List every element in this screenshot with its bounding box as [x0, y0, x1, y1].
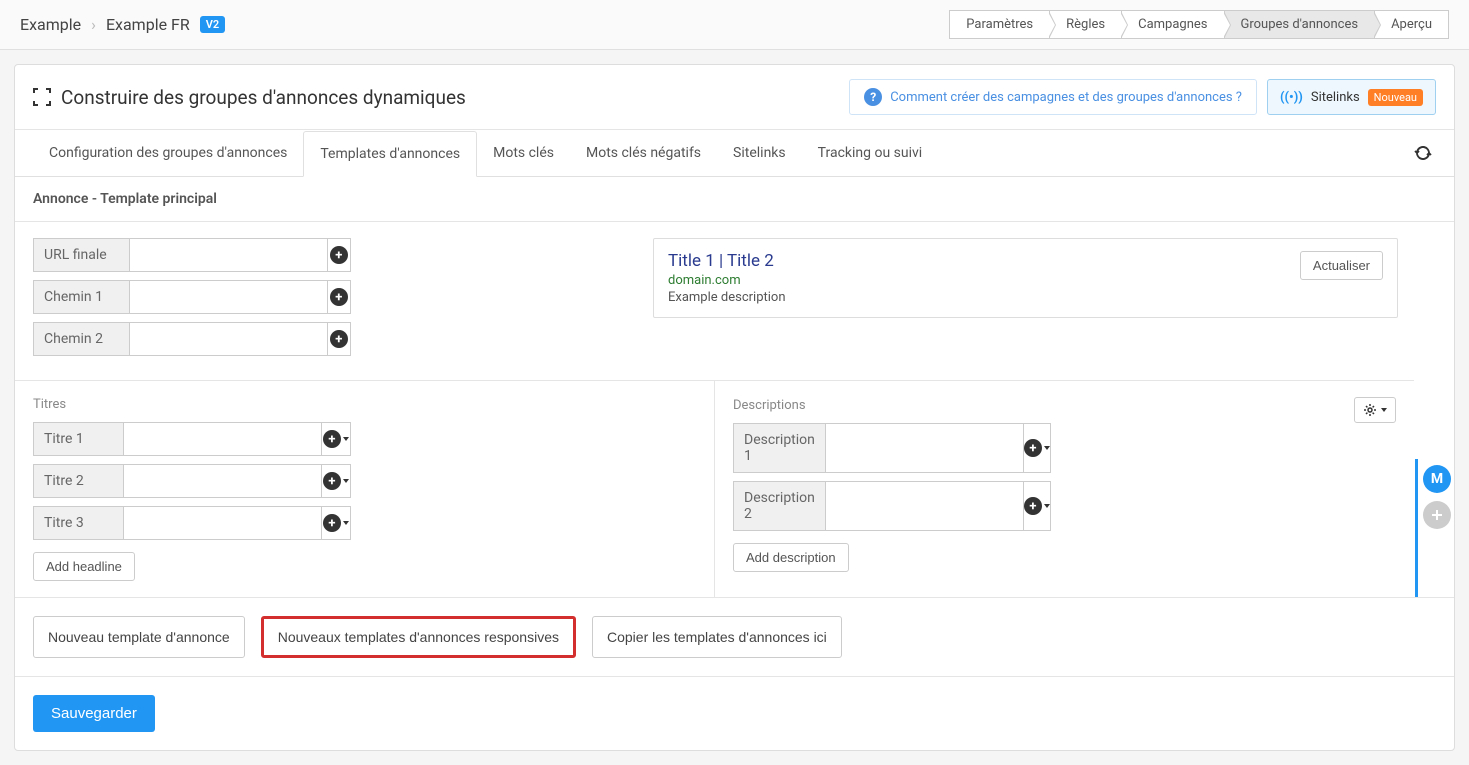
help-icon: ? [864, 88, 882, 106]
input-description2[interactable] [825, 481, 1023, 531]
preview-description: Example description [668, 290, 786, 305]
gear-icon [1363, 403, 1377, 417]
descriptions-settings-button[interactable] [1354, 397, 1396, 423]
preview-domain: domain.com [668, 273, 786, 288]
addon-url-finale[interactable]: + [327, 238, 351, 272]
label-titre3: Titre 3 [33, 506, 123, 540]
label-titre1: Titre 1 [33, 422, 123, 456]
label-chemin1: Chemin 1 [33, 280, 129, 314]
caret-down-icon [343, 479, 349, 483]
caret-down-icon [343, 437, 349, 441]
tab-mots-negatifs[interactable]: Mots clés négatifs [570, 131, 717, 175]
help-link[interactable]: ? Comment créer des campagnes et des gro… [849, 79, 1257, 115]
tab-templates[interactable]: Templates d'annonces [303, 131, 477, 177]
tab-bar: Configuration des groupes d'annonces Tem… [15, 130, 1454, 177]
step-navigation: Paramètres Règles Campagnes Groupes d'an… [949, 10, 1449, 39]
preview-title: Title 1 | Title 2 [668, 251, 786, 271]
plus-circle-icon: + [330, 288, 348, 306]
breadcrumb-item-1[interactable]: Example [20, 15, 81, 34]
input-titre1[interactable] [123, 422, 321, 456]
addon-chemin2[interactable]: + [327, 322, 351, 356]
reload-icon[interactable] [1410, 130, 1436, 176]
input-chemin1[interactable] [129, 280, 327, 314]
label-titre2: Titre 2 [33, 464, 123, 498]
descriptions-section-title: Descriptions [733, 398, 806, 413]
breadcrumb-separator: › [91, 15, 96, 34]
rail-add-button[interactable] [1423, 501, 1451, 529]
ad-preview: Title 1 | Title 2 domain.com Example des… [653, 238, 1398, 318]
plus-circle-icon: + [323, 514, 341, 532]
add-headline-button[interactable]: Add headline [33, 552, 135, 581]
breadcrumb-item-2[interactable]: Example FR [106, 15, 190, 34]
input-url-finale[interactable] [129, 238, 327, 272]
step-parametres[interactable]: Paramètres [949, 10, 1050, 39]
label-description2: Description 2 [733, 481, 825, 531]
addon-titre2[interactable]: + [321, 464, 351, 498]
addon-description2[interactable]: + [1023, 481, 1051, 531]
broadcast-icon: ((•)) [1280, 90, 1303, 105]
new-responsive-templates-button[interactable]: Nouveaux templates d'annonces responsive… [261, 616, 576, 658]
page-title-text: Construire des groupes d'annonces dynami… [61, 86, 466, 109]
input-titre3[interactable] [123, 506, 321, 540]
step-groupes[interactable]: Groupes d'annonces [1224, 10, 1376, 39]
sitelinks-button[interactable]: ((•)) Sitelinks Nouveau [1267, 79, 1436, 115]
rail-template-m[interactable]: M [1423, 465, 1451, 493]
input-description1[interactable] [825, 423, 1023, 473]
input-titre2[interactable] [123, 464, 321, 498]
tab-configuration[interactable]: Configuration des groupes d'annonces [33, 131, 303, 175]
step-regles[interactable]: Règles [1049, 10, 1122, 39]
plus-circle-icon: + [323, 472, 341, 490]
addon-chemin1[interactable]: + [327, 280, 351, 314]
addon-titre3[interactable]: + [321, 506, 351, 540]
new-badge: Nouveau [1368, 89, 1423, 106]
addon-description1[interactable]: + [1023, 423, 1051, 473]
sitelinks-label: Sitelinks [1311, 90, 1360, 105]
caret-down-icon [1381, 408, 1387, 412]
save-button[interactable]: Sauvegarder [33, 695, 155, 732]
step-apercu[interactable]: Aperçu [1374, 10, 1449, 39]
version-badge: V2 [200, 16, 225, 33]
caret-down-icon [1044, 446, 1050, 450]
section-title: Annonce - Template principal [15, 177, 1454, 221]
caret-down-icon [343, 521, 349, 525]
plus-circle-icon: + [1024, 497, 1042, 515]
step-campagnes[interactable]: Campagnes [1121, 10, 1224, 39]
input-chemin2[interactable] [129, 322, 327, 356]
plus-circle-icon: + [330, 246, 348, 264]
expand-icon[interactable] [33, 88, 51, 106]
plus-circle-icon: + [330, 330, 348, 348]
help-text: Comment créer des campagnes et des group… [890, 90, 1242, 105]
tab-tracking[interactable]: Tracking ou suivi [802, 131, 939, 175]
tab-sitelinks[interactable]: Sitelinks [717, 131, 802, 175]
label-url-finale: URL finale [33, 238, 129, 272]
add-description-button[interactable]: Add description [733, 543, 849, 572]
addon-titre1[interactable]: + [321, 422, 351, 456]
tab-mots-cles[interactable]: Mots clés [477, 131, 570, 175]
copy-templates-button[interactable]: Copier les templates d'annonces ici [592, 616, 842, 658]
titres-section-title: Titres [33, 397, 696, 412]
new-template-button[interactable]: Nouveau template d'annonce [33, 616, 245, 658]
page-title: Construire des groupes d'annonces dynami… [33, 86, 466, 109]
label-description1: Description 1 [733, 423, 825, 473]
label-chemin2: Chemin 2 [33, 322, 129, 356]
template-rail: M [1419, 459, 1455, 529]
plus-circle-icon: + [1024, 439, 1042, 457]
breadcrumb: Example › Example FR V2 [20, 15, 225, 34]
plus-circle-icon: + [323, 430, 341, 448]
refresh-preview-button[interactable]: Actualiser [1300, 251, 1383, 280]
caret-down-icon [1044, 504, 1050, 508]
